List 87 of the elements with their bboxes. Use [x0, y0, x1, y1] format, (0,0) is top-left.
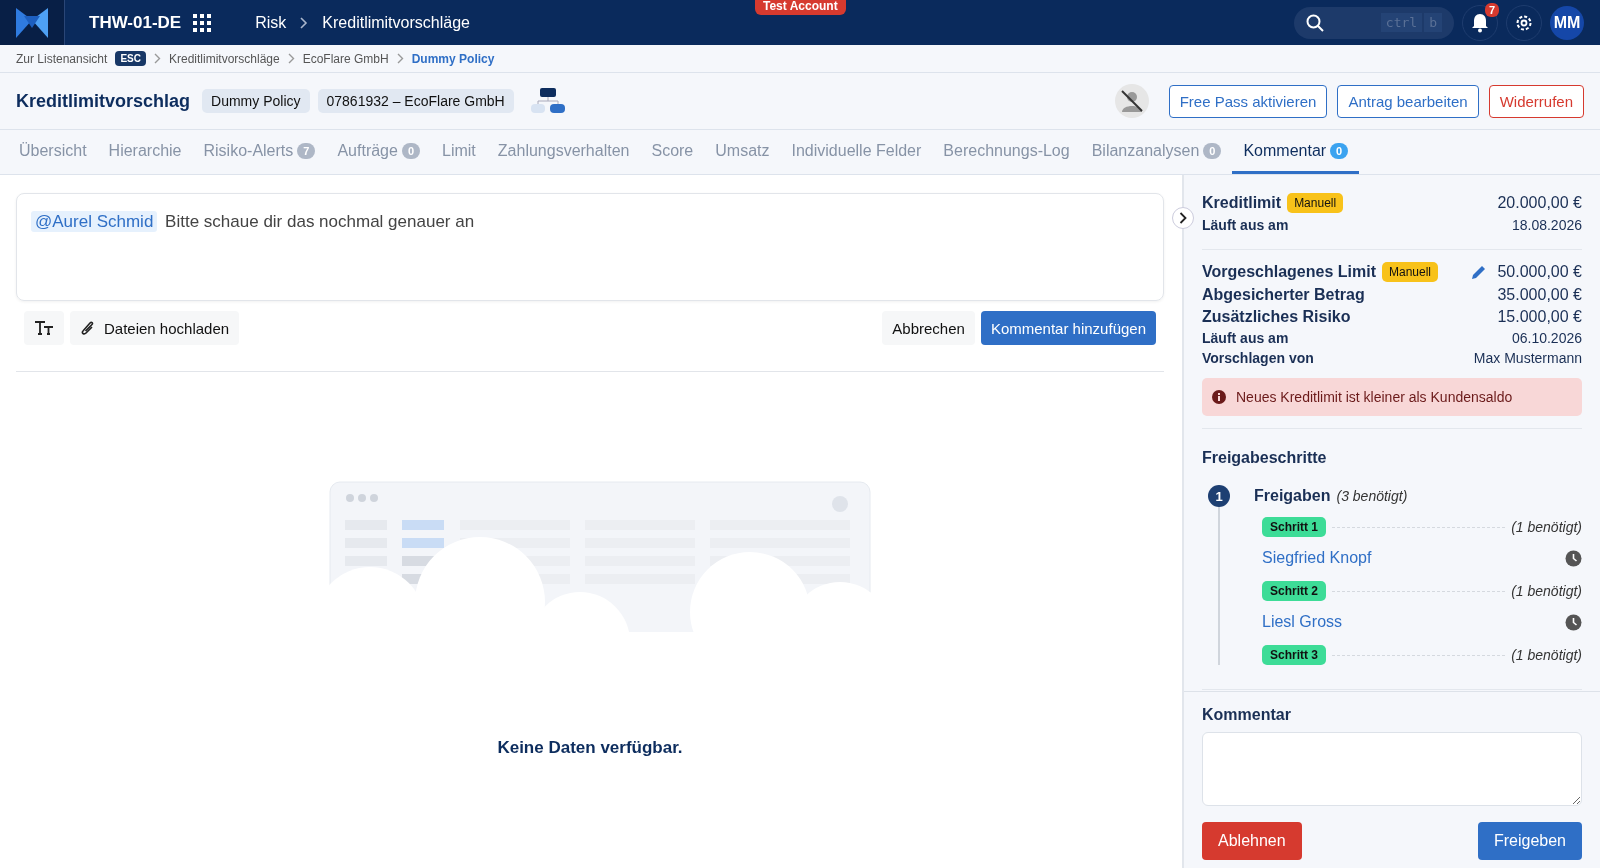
field-label: Vorschlagen von: [1202, 350, 1314, 366]
hierarchy-icon[interactable]: [529, 87, 566, 115]
status-badge: Manuell: [1382, 262, 1438, 282]
reject-button[interactable]: Ablehnen: [1202, 822, 1302, 860]
page-title: Kreditlimitvorschlag: [16, 90, 191, 112]
step-number: 1: [1208, 485, 1230, 507]
tab[interactable]: Hierarchie: [97, 130, 193, 174]
tab[interactable]: Aufträge 0: [326, 130, 432, 174]
status-badge: Manuell: [1287, 193, 1344, 213]
breadcrumb-link[interactable]: Dummy Policy: [411, 51, 495, 66]
action-button[interactable]: Widerrufen: [1488, 84, 1584, 118]
action-button[interactable]: Free Pass aktivieren: [1168, 84, 1328, 118]
field-value: 06.10.2026: [1511, 330, 1582, 346]
notification-count: 7: [1484, 2, 1499, 17]
key-hint: ESC: [115, 51, 146, 66]
field-label: Läuft aus am: [1202, 330, 1289, 346]
submit-button[interactable]: Kommentar hinzufügen: [980, 311, 1156, 345]
account-badge: Test Account: [755, 0, 846, 15]
paperclip-icon: [80, 319, 96, 337]
tab[interactable]: Risiko-Alerts 7: [192, 130, 327, 174]
field-value: 20.000,00 €: [1497, 194, 1582, 212]
clock-icon: [1565, 613, 1582, 631]
required-note: (3 benötigt): [1336, 488, 1408, 504]
clock-icon: [1565, 549, 1582, 567]
step-badge: Schritt 3: [1262, 645, 1326, 665]
logo-icon[interactable]: [0, 0, 65, 45]
tab[interactable]: Limit: [431, 130, 487, 174]
tab[interactable]: Berechnungs-Log: [932, 130, 1081, 174]
nav-link[interactable]: Kreditlimitvorschläge: [322, 13, 470, 32]
tab[interactable]: Bilanzanalysen 0: [1080, 130, 1233, 174]
field-value: Max Mustermann: [1473, 350, 1582, 366]
breadcrumb-link[interactable]: Kreditlimitvorschläge: [168, 51, 280, 66]
field-value: 18.08.2026: [1511, 217, 1582, 233]
field-label: Abgesicherter Betrag: [1202, 286, 1365, 304]
required-note: (1 benötigt): [1511, 519, 1582, 535]
app-grid-icon[interactable]: [193, 13, 212, 32]
unassigned-user-icon[interactable]: [1114, 84, 1149, 118]
comment-editor[interactable]: @Aurel Schmid Bitte schaue dir das nochmal genauer an: [16, 193, 1164, 301]
alert-text: Neues Kreditlimit ist kleiner als Kundensaldo: [1236, 389, 1513, 405]
collapse-panel-button[interactable]: [1172, 207, 1194, 229]
approver-link[interactable]: Siegfried Knopf: [1262, 549, 1372, 567]
upload-button[interactable]: Dateien hochladen: [70, 311, 240, 345]
step-badge: Schritt 1: [1262, 517, 1326, 537]
bell-icon: [1471, 12, 1489, 33]
step-badge: Schritt 2: [1262, 581, 1326, 601]
chevron-icon: [300, 16, 309, 29]
field-label: Vorgeschlagenes Limit: [1202, 263, 1376, 281]
section-title: Freigabeschritte: [1202, 449, 1328, 467]
field-label: Läuft aus am: [1202, 217, 1289, 233]
approve-button[interactable]: Freigeben: [1477, 822, 1582, 860]
group-title: Freigaben: [1254, 487, 1331, 505]
field-label: Zusätzliches Risiko: [1202, 308, 1351, 326]
breadcrumb-link[interactable]: EcoFlare GmbH: [302, 51, 389, 66]
user-avatar[interactable]: MM: [1550, 5, 1584, 40]
chevron-icon: [287, 53, 295, 64]
chevron-icon: [153, 53, 161, 64]
approver-link[interactable]: Liesl Gross: [1262, 613, 1343, 631]
field-value: 35.000,00 €: [1497, 286, 1582, 304]
tag: Dummy Policy: [202, 89, 310, 113]
tab[interactable]: Individuelle Felder: [780, 130, 933, 174]
tag: 07861932 – EcoFlare GmbH: [317, 89, 514, 113]
field-value: 50.000,00 €: [1497, 263, 1582, 281]
chevron-icon: [396, 53, 404, 64]
cancel-button[interactable]: Abbrechen: [882, 311, 975, 345]
back-link[interactable]: Zur Listenansicht: [16, 51, 108, 66]
comment-field[interactable]: [1202, 732, 1582, 806]
search-icon: [1306, 13, 1324, 32]
text-format-button[interactable]: [24, 311, 64, 345]
field-label: Kommentar: [1202, 706, 1292, 724]
pencil-icon[interactable]: [1471, 264, 1488, 280]
empty-state-message: Keine Daten verfügbar.: [497, 738, 683, 758]
environment-name: THW-01-DE: [89, 12, 182, 33]
tab[interactable]: Score: [640, 130, 705, 174]
field-label: Kreditlimit: [1202, 194, 1282, 212]
tab[interactable]: Umsatz: [704, 130, 781, 174]
required-note: (1 benötigt): [1511, 583, 1582, 599]
chevron-right-icon: [1179, 212, 1187, 224]
action-button[interactable]: Antrag bearbeiten: [1337, 84, 1479, 118]
tab[interactable]: Übersicht: [8, 130, 98, 174]
field-value: 15.000,00 €: [1497, 308, 1582, 326]
info-icon: [1212, 390, 1226, 404]
required-note: (1 benötigt): [1511, 647, 1582, 663]
nav-link[interactable]: Risk: [255, 13, 287, 32]
comment-text: Bitte schaue dir das nochmal genauer an: [165, 212, 475, 231]
text-size-icon: [34, 320, 54, 336]
user-mention[interactable]: @Aurel Schmid: [31, 211, 158, 232]
tab[interactable]: Zahlungsverhalten: [486, 130, 641, 174]
